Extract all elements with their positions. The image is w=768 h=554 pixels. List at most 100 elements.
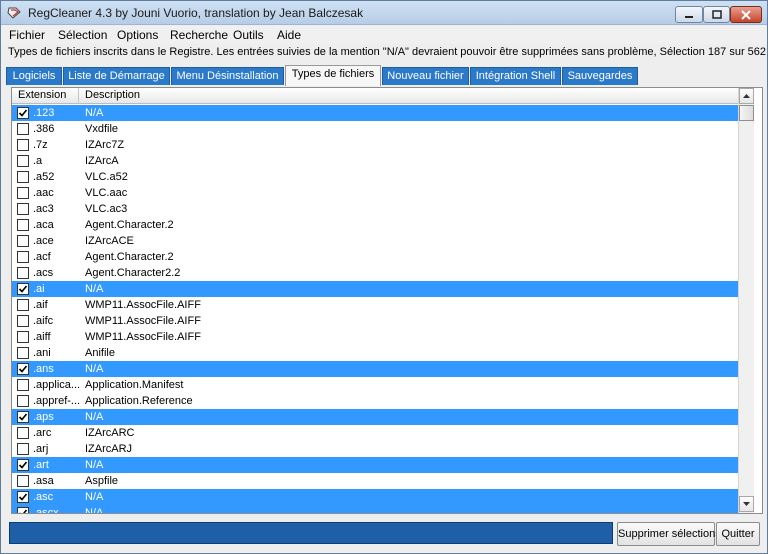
tab-logiciels[interactable]: Logiciels bbox=[6, 67, 62, 85]
row-checkbox[interactable] bbox=[17, 491, 29, 503]
window-title: RegCleaner 4.3 by Jouni Vuorio, translat… bbox=[28, 6, 364, 20]
list-rows: .123 N/A .386 Vxdfile .7z IZArc7Z .a IZArcA .a52… bbox=[12, 105, 738, 514]
table-row[interactable]: .123 N/A bbox=[12, 105, 738, 121]
maximize-icon bbox=[711, 10, 722, 19]
row-extension: .applica... bbox=[33, 379, 81, 391]
column-header-description[interactable]: Description bbox=[79, 88, 738, 104]
row-checkbox[interactable] bbox=[17, 123, 29, 135]
table-row[interactable]: .ac3 VLC.ac3 bbox=[12, 201, 738, 217]
row-checkbox[interactable] bbox=[17, 379, 29, 391]
row-checkbox[interactable] bbox=[17, 139, 29, 151]
row-extension: .ascx bbox=[33, 507, 59, 514]
row-description: VLC.ac3 bbox=[85, 203, 128, 215]
menu-recherche[interactable]: Recherche bbox=[170, 28, 228, 42]
row-checkbox[interactable] bbox=[17, 427, 29, 439]
table-row[interactable]: .aifc WMP11.AssocFile.AIFF bbox=[12, 313, 738, 329]
row-description: IZArc7Z bbox=[85, 139, 125, 151]
tab-liste-demarrage[interactable]: Liste de Démarrage bbox=[63, 67, 170, 85]
row-description: N/A bbox=[85, 283, 104, 295]
table-row[interactable]: .ace IZArcACE bbox=[12, 233, 738, 249]
row-description: WMP11.AssocFile.AIFF bbox=[85, 331, 201, 343]
row-description: IZArcA bbox=[85, 155, 119, 167]
menu-selection[interactable]: Sélection bbox=[58, 28, 107, 42]
table-row[interactable]: .ascx N/A bbox=[12, 505, 738, 514]
table-row[interactable]: .appref-... Application.Reference bbox=[12, 393, 738, 409]
row-description: N/A bbox=[85, 363, 104, 375]
row-checkbox[interactable] bbox=[17, 315, 29, 327]
row-checkbox[interactable] bbox=[17, 283, 29, 295]
row-extension: .aif bbox=[33, 299, 48, 311]
row-checkbox[interactable] bbox=[17, 187, 29, 199]
table-row[interactable]: .acf Agent.Character.2 bbox=[12, 249, 738, 265]
row-description: N/A bbox=[85, 411, 104, 423]
minimize-button[interactable] bbox=[675, 6, 703, 23]
table-row[interactable]: .arc IZArcARC bbox=[12, 425, 738, 441]
table-row[interactable]: .ani Anifile bbox=[12, 345, 738, 361]
tab-integration-shell[interactable]: Intégration Shell bbox=[470, 67, 561, 85]
column-header-extension[interactable]: Extension bbox=[12, 88, 79, 104]
row-checkbox[interactable] bbox=[17, 475, 29, 487]
row-description: Anifile bbox=[85, 347, 115, 359]
menu-options[interactable]: Options bbox=[117, 28, 158, 42]
maximize-button[interactable] bbox=[703, 6, 730, 23]
row-checkbox[interactable] bbox=[17, 171, 29, 183]
quit-button[interactable]: Quitter bbox=[716, 522, 760, 546]
table-row[interactable]: .a IZArcA bbox=[12, 153, 738, 169]
row-checkbox[interactable] bbox=[17, 443, 29, 455]
table-row[interactable]: .aca Agent.Character.2 bbox=[12, 217, 738, 233]
table-row[interactable]: .arj IZArcARJ bbox=[12, 441, 738, 457]
tab-sauvegardes[interactable]: Sauvegardes bbox=[562, 67, 638, 85]
tab-menu-desinstallation[interactable]: Menu Désinstallation bbox=[171, 67, 284, 85]
table-row[interactable]: .applica... Application.Manifest bbox=[12, 377, 738, 393]
row-checkbox[interactable] bbox=[17, 235, 29, 247]
table-row[interactable]: .asc N/A bbox=[12, 489, 738, 505]
table-row[interactable]: .aif WMP11.AssocFile.AIFF bbox=[12, 297, 738, 313]
row-extension: .appref-... bbox=[33, 395, 81, 407]
row-checkbox[interactable] bbox=[17, 331, 29, 343]
row-checkbox[interactable] bbox=[17, 155, 29, 167]
row-checkbox[interactable] bbox=[17, 203, 29, 215]
row-checkbox[interactable] bbox=[17, 299, 29, 311]
vertical-scrollbar[interactable] bbox=[738, 88, 754, 513]
row-description: IZArcARC bbox=[85, 427, 135, 439]
row-extension: .arj bbox=[33, 443, 49, 455]
tab-nouveau-fichier[interactable]: Nouveau fichier bbox=[382, 67, 469, 85]
row-checkbox[interactable] bbox=[17, 363, 29, 375]
row-checkbox[interactable] bbox=[17, 507, 29, 513]
row-checkbox[interactable] bbox=[17, 267, 29, 279]
table-row[interactable]: .aps N/A bbox=[12, 409, 738, 425]
table-row[interactable]: .7z IZArc7Z bbox=[12, 137, 738, 153]
table-row[interactable]: .asa Aspfile bbox=[12, 473, 738, 489]
title-bar[interactable]: RegCleaner 4.3 by Jouni Vuorio, translat… bbox=[1, 1, 767, 25]
menu-aide[interactable]: Aide bbox=[277, 28, 301, 42]
table-row[interactable]: .acs Agent.Character2.2 bbox=[12, 265, 738, 281]
table-row[interactable]: .art N/A bbox=[12, 457, 738, 473]
table-row[interactable]: .a52 VLC.a52 bbox=[12, 169, 738, 185]
close-icon bbox=[741, 10, 751, 20]
delete-selections-button[interactable]: Supprimer sélections bbox=[617, 522, 721, 546]
table-row[interactable]: .aiff WMP11.AssocFile.AIFF bbox=[12, 329, 738, 345]
row-checkbox[interactable] bbox=[17, 251, 29, 263]
table-row[interactable]: .386 Vxdfile bbox=[12, 121, 738, 137]
scroll-up-button[interactable] bbox=[739, 88, 754, 104]
row-description: Agent.Character.2 bbox=[85, 251, 174, 263]
arrow-up-icon bbox=[743, 94, 750, 98]
row-description: IZArcACE bbox=[85, 235, 134, 247]
tab-types-fichiers[interactable]: Types de fichiers bbox=[285, 65, 381, 86]
row-checkbox[interactable] bbox=[17, 107, 29, 119]
row-checkbox[interactable] bbox=[17, 219, 29, 231]
menu-outils[interactable]: Outils bbox=[233, 28, 264, 42]
row-checkbox[interactable] bbox=[17, 459, 29, 471]
row-checkbox[interactable] bbox=[17, 395, 29, 407]
table-row[interactable]: .ans N/A bbox=[12, 361, 738, 377]
close-button[interactable] bbox=[730, 6, 762, 23]
table-row[interactable]: .aac VLC.aac bbox=[12, 185, 738, 201]
row-checkbox[interactable] bbox=[17, 411, 29, 423]
checkmark-icon bbox=[19, 509, 28, 513]
table-row[interactable]: .ai N/A bbox=[12, 281, 738, 297]
row-description: VLC.aac bbox=[85, 187, 128, 199]
menu-fichier[interactable]: Fichier bbox=[9, 28, 45, 42]
scroll-down-button[interactable] bbox=[739, 496, 754, 512]
row-checkbox[interactable] bbox=[17, 347, 29, 359]
scroll-thumb[interactable] bbox=[739, 105, 754, 121]
